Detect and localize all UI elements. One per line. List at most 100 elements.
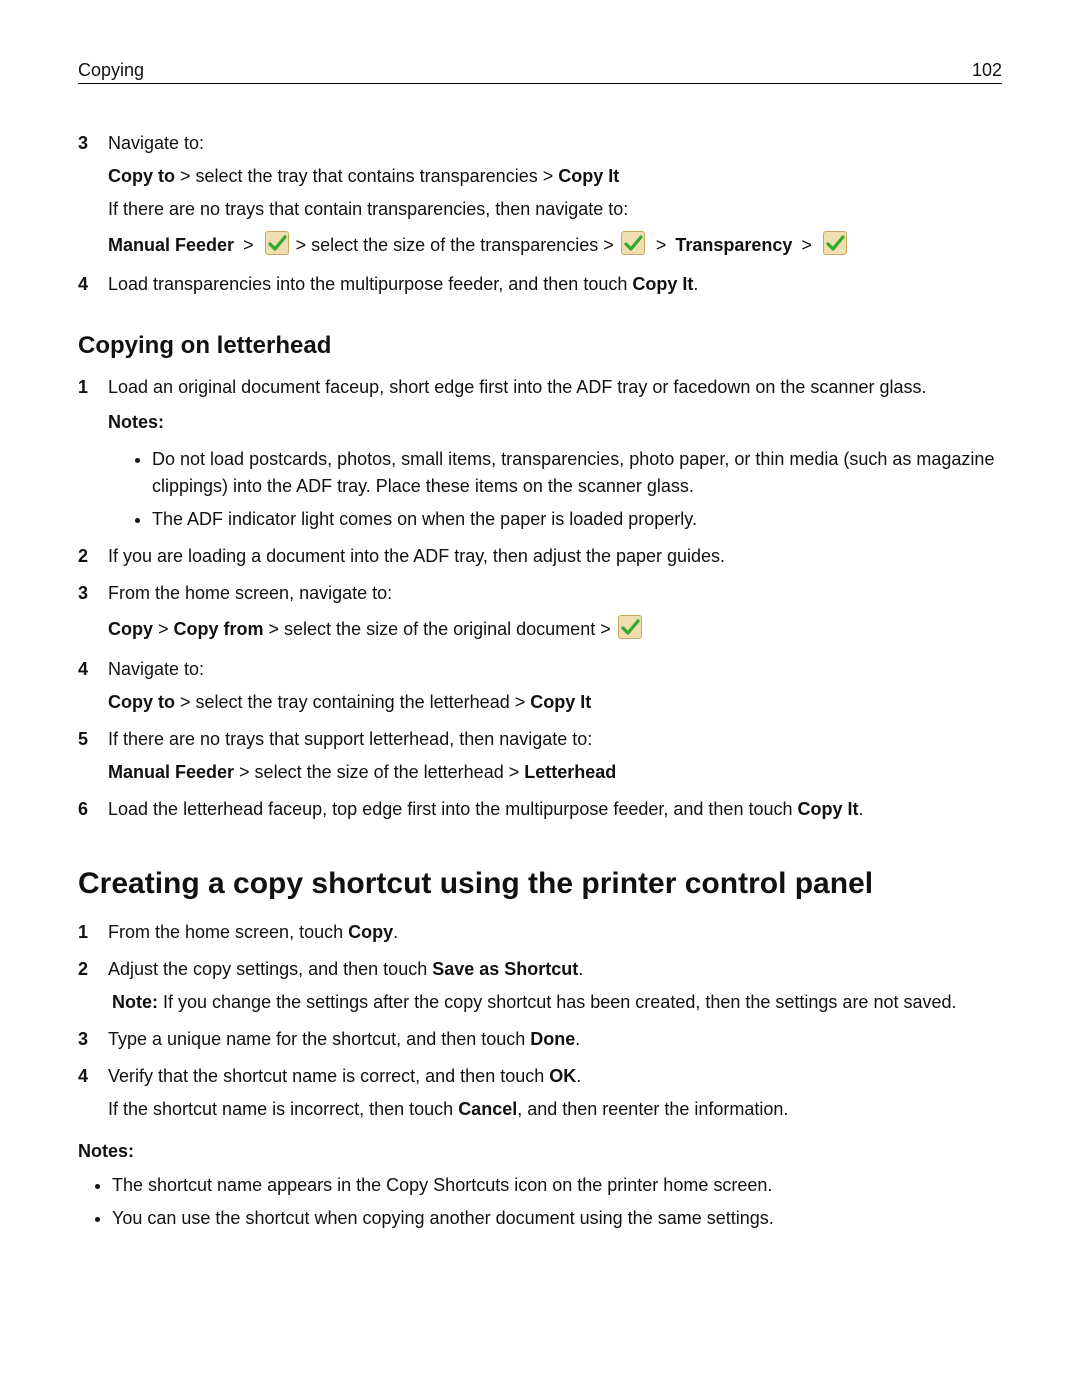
step-number: 4	[78, 656, 88, 683]
letterhead-steps-list: 1 Load an original document faceup, shor…	[78, 374, 1002, 822]
step-text: Load transparencies into the multipurpos…	[108, 274, 632, 294]
path-text: > select the size of the transparencies …	[296, 235, 619, 255]
bottom-notes-list: The shortcut name appears in the Copy Sh…	[78, 1172, 1002, 1232]
path-segment: Manual Feeder	[108, 235, 234, 255]
letterhead-step-1: 1 Load an original document faceup, shor…	[78, 374, 1002, 533]
notes-list: Do not load postcards, photos, small ite…	[118, 446, 1002, 533]
step-number: 2	[78, 956, 88, 983]
notes-label: Notes:	[108, 409, 1002, 436]
header-page-number: 102	[972, 60, 1002, 81]
note-item: You can use the shortcut when copying an…	[112, 1205, 1002, 1232]
path-segment: Transparency	[675, 235, 792, 255]
header-section-title: Copying	[78, 60, 144, 81]
step-number: 3	[78, 580, 88, 607]
step-text: .	[575, 1029, 580, 1049]
check-icon	[618, 615, 642, 639]
path-text: > select the size of the letterhead >	[234, 762, 524, 782]
nav-path-copyto-transparencies: Copy to > select the tray that contains …	[108, 163, 1002, 190]
nav-path-manual-letterhead: Manual Feeder > select the size of the l…	[108, 759, 1002, 786]
letterhead-step-3: 3 From the home screen, navigate to: Cop…	[78, 580, 1002, 645]
path-segment: Copy It	[530, 692, 591, 712]
step-text: .	[393, 922, 398, 942]
step-number: 4	[78, 1063, 88, 1090]
step-text: .	[576, 1066, 581, 1086]
path-text: > select the size of the original docume…	[264, 619, 616, 639]
path-segment: Copy from	[174, 619, 264, 639]
step-lead: If there are no trays that support lette…	[108, 729, 592, 749]
nav-path-copy-from: Copy > Copy from > select the size of th…	[108, 613, 1002, 645]
nav-path-manual-feeder: Manual Feeder > > select the size of the…	[108, 229, 1002, 261]
path-segment: Letterhead	[524, 762, 616, 782]
step-text: .	[578, 959, 583, 979]
step-number: 3	[78, 130, 88, 157]
path-separator: >	[797, 235, 816, 255]
shortcut-step-2: 2 Adjust the copy settings, and then tou…	[78, 956, 1002, 1016]
note-item: The ADF indicator light comes on when th…	[152, 506, 1002, 533]
step-number: 3	[78, 1026, 88, 1053]
letterhead-step-6: 6 Load the letterhead faceup, top edge f…	[78, 796, 1002, 823]
shortcut-step-1: 1 From the home screen, touch Copy.	[78, 919, 1002, 946]
top-step-3: 3 Navigate to: Copy to > select the tray…	[78, 130, 1002, 261]
step-number: 2	[78, 543, 88, 570]
path-segment: Manual Feeder	[108, 762, 234, 782]
path-segment: Copy to	[108, 692, 175, 712]
path-segment: Copy	[108, 619, 153, 639]
path-separator: >	[239, 235, 258, 255]
step-number: 1	[78, 374, 88, 401]
section-title-shortcut: Creating a copy shortcut using the print…	[78, 867, 1002, 901]
path-separator: >	[153, 619, 174, 639]
step-number: 4	[78, 271, 88, 298]
running-header: Copying 102	[78, 60, 1002, 84]
ui-label: OK	[549, 1066, 576, 1086]
shortcut-steps-list: 1 From the home screen, touch Copy. 2 Ad…	[78, 919, 1002, 1123]
ui-label: Copy	[348, 922, 393, 942]
nav-path-copyto-letterhead: Copy to > select the tray containing the…	[108, 689, 1002, 716]
step-text: Type a unique name for the shortcut, and…	[108, 1029, 530, 1049]
check-icon	[265, 231, 289, 255]
step-number: 1	[78, 919, 88, 946]
path-segment: Copy to	[108, 166, 175, 186]
note-item: Do not load postcards, photos, small ite…	[152, 446, 1002, 500]
note-text: If you change the settings after the cop…	[158, 992, 957, 1012]
letterhead-step-5: 5 If there are no trays that support let…	[78, 726, 1002, 786]
ui-label: Save as Shortcut	[432, 959, 578, 979]
step-number: 5	[78, 726, 88, 753]
letterhead-step-2: 2 If you are loading a document into the…	[78, 543, 1002, 570]
step-lead: From the home screen, navigate to:	[108, 583, 392, 603]
step-secondary-text: If the shortcut name is incorrect, then …	[108, 1096, 1002, 1123]
ui-label: Done	[530, 1029, 575, 1049]
step-lead: Navigate to:	[108, 133, 204, 153]
path-text: > select the tray that contains transpar…	[175, 166, 558, 186]
top-step-4: 4 Load transparencies into the multipurp…	[78, 271, 1002, 298]
step-lead: Navigate to:	[108, 659, 204, 679]
shortcut-step-4: 4 Verify that the shortcut name is corre…	[78, 1063, 1002, 1123]
step-text: If the shortcut name is incorrect, then …	[108, 1099, 458, 1119]
step-number: 6	[78, 796, 88, 823]
path-separator: >	[652, 235, 671, 255]
step-text: .	[858, 799, 863, 819]
step-text: Load the letterhead faceup, top edge fir…	[108, 799, 797, 819]
step-text: , and then reenter the information.	[517, 1099, 788, 1119]
ui-label: Cancel	[458, 1099, 517, 1119]
note-label: Note:	[112, 992, 158, 1012]
document-page: Copying 102 3 Navigate to: Copy to > sel…	[0, 0, 1080, 1397]
step-text: Load an original document faceup, short …	[108, 377, 926, 397]
letterhead-step-4: 4 Navigate to: Copy to > select the tray…	[78, 656, 1002, 716]
inline-note: Note: If you change the settings after t…	[112, 989, 1002, 1016]
step-text: If you are loading a document into the A…	[108, 546, 725, 566]
path-text: > select the tray containing the letterh…	[175, 692, 530, 712]
shortcut-step-3: 3 Type a unique name for the shortcut, a…	[78, 1026, 1002, 1053]
ui-label: Copy It	[632, 274, 693, 294]
step-text: From the home screen, touch	[108, 922, 348, 942]
path-segment: Copy It	[558, 166, 619, 186]
nav-fallback-intro: If there are no trays that contain trans…	[108, 196, 1002, 223]
ui-label: Copy It	[797, 799, 858, 819]
step-text: Verify that the shortcut name is correct…	[108, 1066, 549, 1086]
step-text: .	[693, 274, 698, 294]
check-icon	[621, 231, 645, 255]
note-item: The shortcut name appears in the Copy Sh…	[112, 1172, 1002, 1199]
notes-label: Notes:	[78, 1141, 1002, 1162]
top-steps-list: 3 Navigate to: Copy to > select the tray…	[78, 130, 1002, 298]
section-title-letterhead: Copying on letterhead	[78, 332, 1002, 360]
check-icon	[823, 231, 847, 255]
